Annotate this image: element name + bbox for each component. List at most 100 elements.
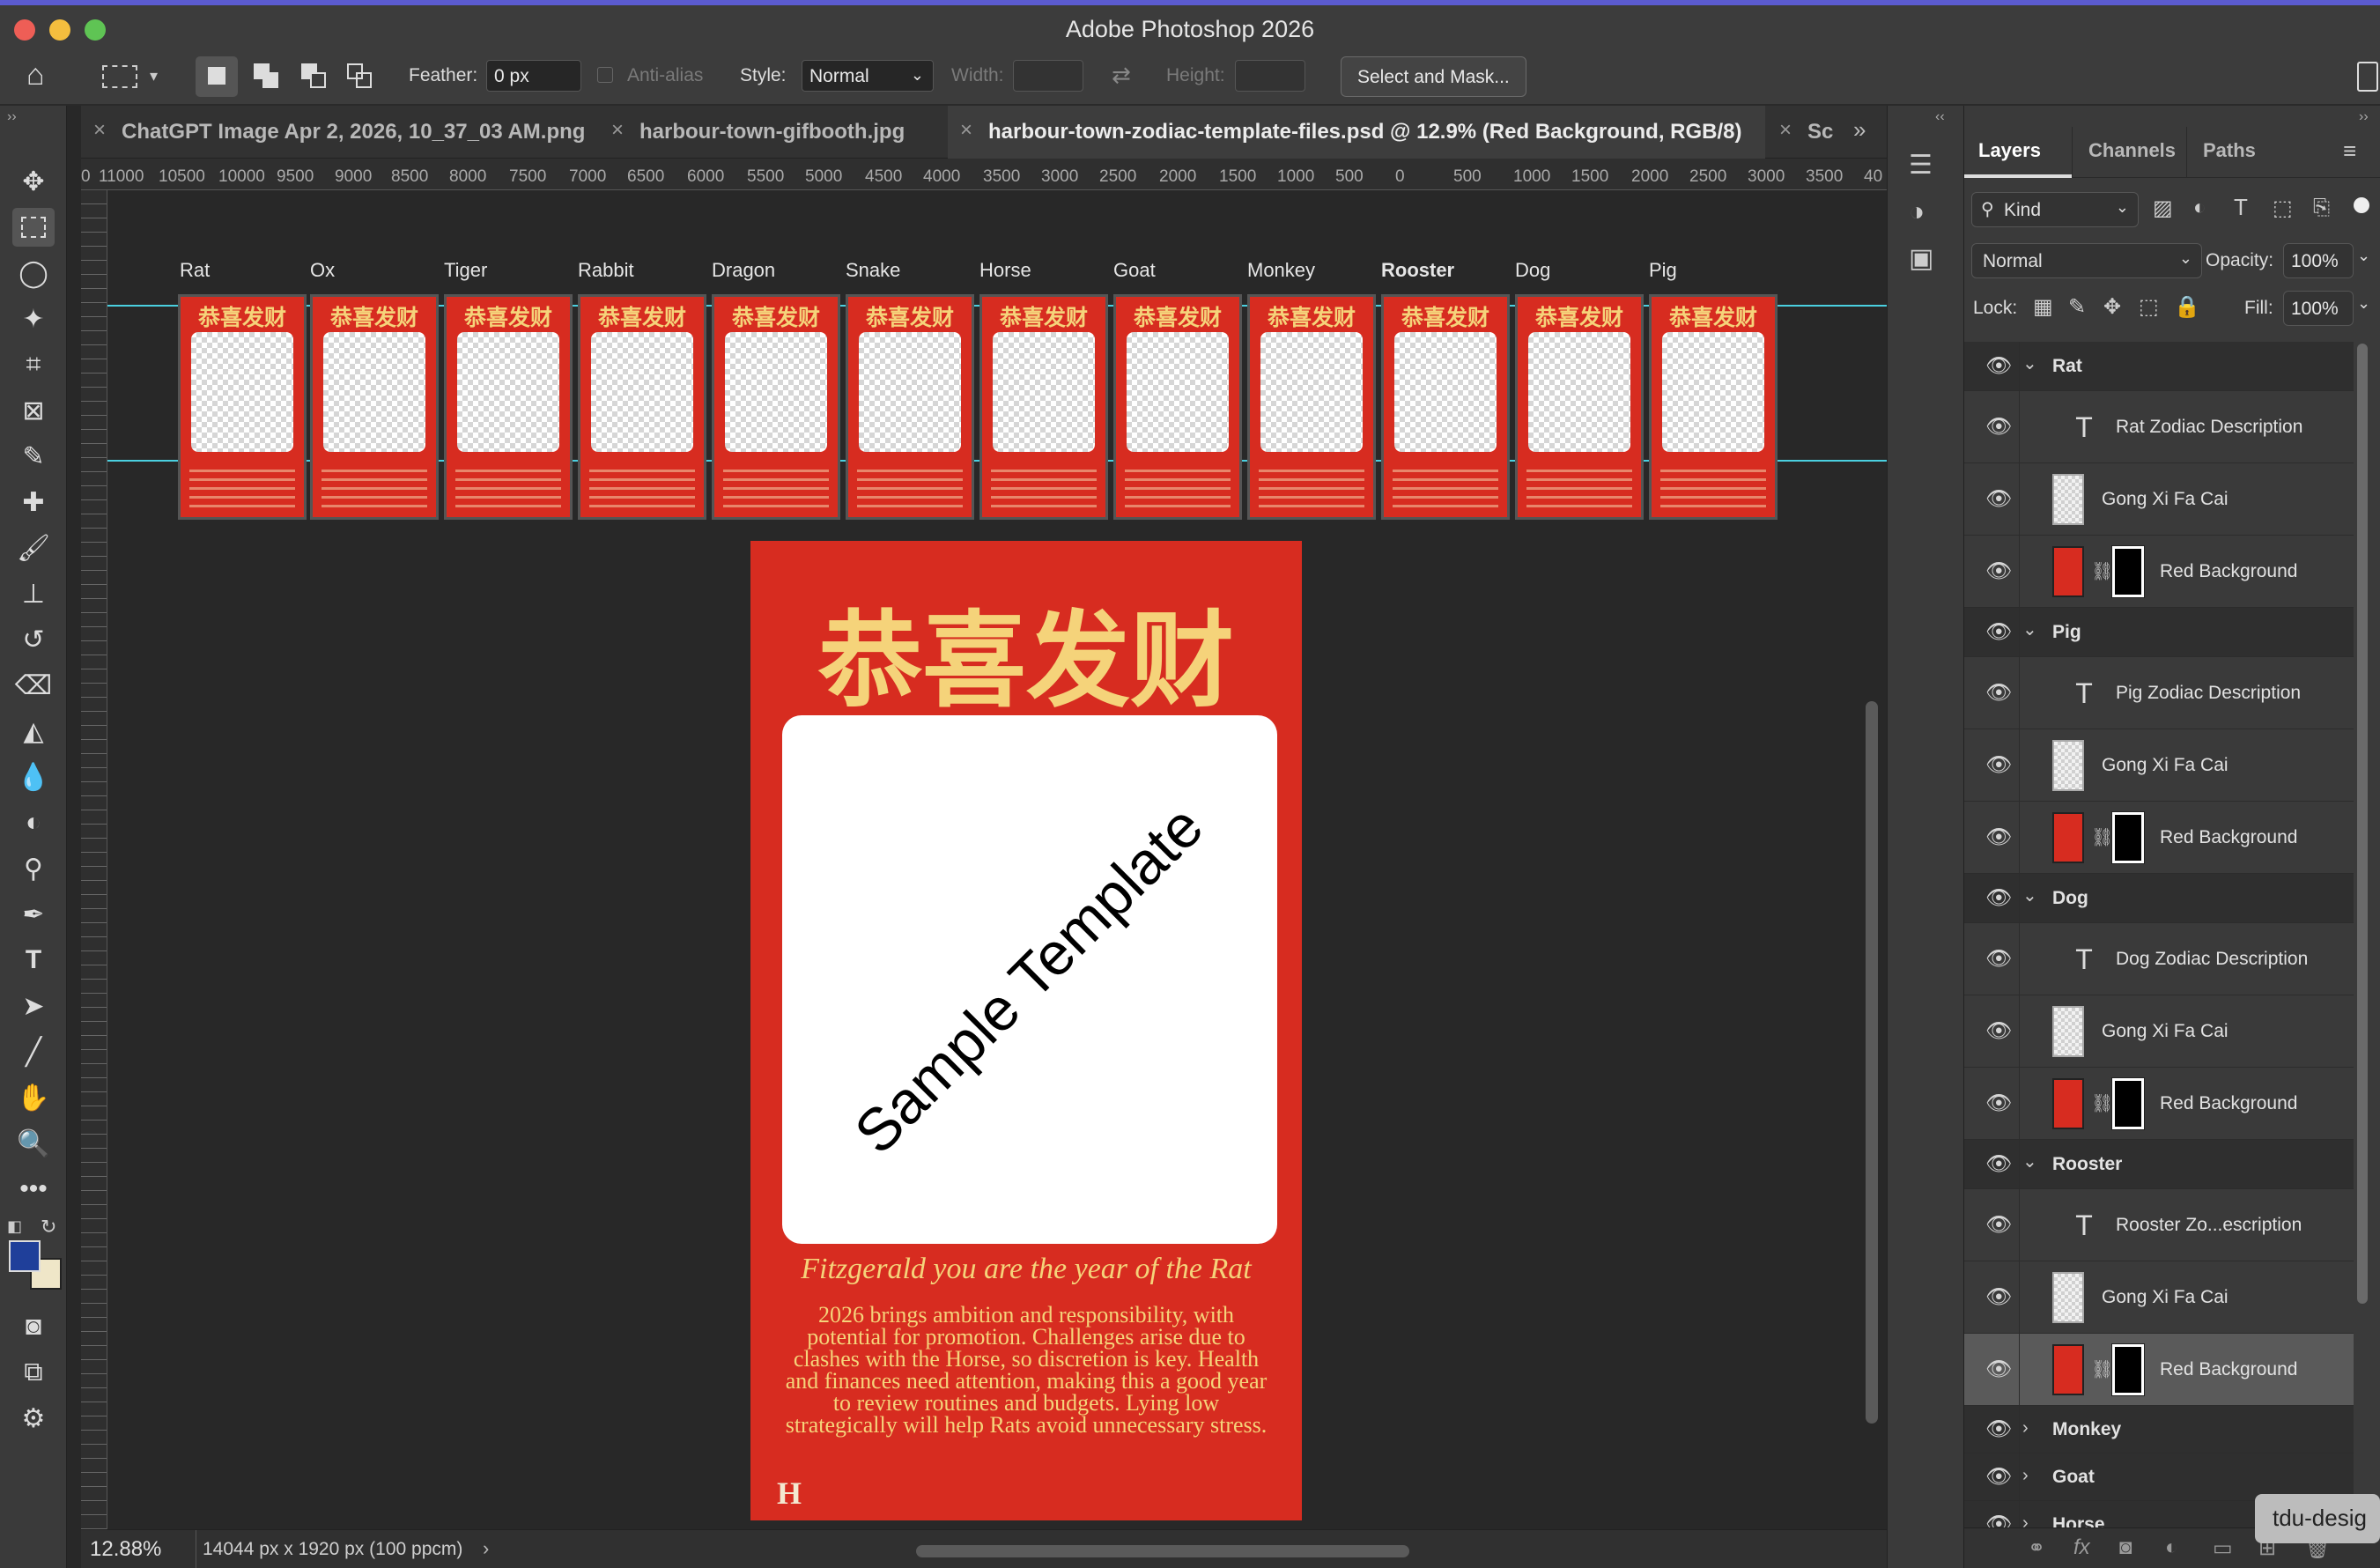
zodiac-card-tiger[interactable]: 恭喜发财	[444, 294, 573, 520]
layer-row[interactable]: 👁 T Dog Zodiac Description	[1964, 923, 2354, 995]
foreground-color-swatch[interactable]	[9, 1240, 41, 1272]
zodiac-card-snake[interactable]: 恭喜发财	[846, 294, 974, 520]
swap-dimensions-icon[interactable]: ⇄	[1112, 62, 1138, 102]
select-and-mask-button[interactable]: Select and Mask...	[1341, 56, 1526, 97]
chevron-down-icon[interactable]: ⌄	[2022, 884, 2037, 906]
panel-menu-icon[interactable]: ≡	[2343, 137, 2356, 165]
zodiac-card-horse[interactable]: 恭喜发财	[979, 294, 1108, 520]
close-tab-icon[interactable]: ×	[960, 118, 972, 143]
opacity-input[interactable]: 100%	[2283, 243, 2354, 278]
new-adjustment-icon[interactable]: ◐	[2165, 1535, 2178, 1560]
chevron-down-icon[interactable]: ⌄	[2022, 618, 2037, 640]
collapse-icon[interactable]: ‹‹	[1935, 109, 1945, 125]
properties-icon[interactable]: ◑	[1909, 197, 1925, 227]
antialias-checkbox[interactable]	[597, 67, 613, 83]
document-canvas[interactable]: Rat Ox Tiger Rabbit Dragon Snake Horse Goat Monk…	[107, 190, 1887, 1529]
close-tab-icon[interactable]: ×	[1779, 118, 1792, 143]
chevron-right-icon[interactable]: ›	[2022, 1466, 2029, 1486]
layer-group-monkey[interactable]: 👁 › Monkey	[1964, 1406, 2354, 1453]
lock-position-icon[interactable]: ✥	[2103, 294, 2121, 320]
home-icon[interactable]: ⌂	[26, 56, 70, 97]
libraries-icon[interactable]: ▣	[1909, 243, 1933, 274]
tab-overflow[interactable]: × Sc	[1767, 106, 1843, 159]
lock-all-icon[interactable]: 🔒	[2174, 294, 2200, 320]
close-tab-icon[interactable]: ×	[611, 118, 624, 143]
intersect-selection-button[interactable]	[342, 56, 377, 97]
visibility-eye-icon[interactable]: 👁	[1985, 680, 2012, 706]
visibility-eye-icon[interactable]: 👁	[1985, 558, 2012, 584]
share-icon[interactable]	[2357, 62, 2378, 92]
tab-layers[interactable]: Layers	[1978, 139, 2041, 162]
chevron-down-icon[interactable]: ⌄	[2357, 294, 2370, 313]
tab-zodiac-template[interactable]: × harbour-town-zodiac-template-files.psd …	[948, 106, 1765, 159]
add-mask-icon[interactable]: ◙	[2119, 1535, 2132, 1560]
status-menu-chevron-icon[interactable]: ›	[483, 1537, 489, 1560]
chevron-right-icon[interactable]: ›	[2022, 1418, 2029, 1439]
type-tool-icon[interactable]: T	[12, 941, 55, 980]
tab-chatgpt-image[interactable]: × ChatGPT Image Apr 2, 2026, 10_37_03 AM.…	[81, 106, 597, 159]
mask-link-icon[interactable]: ⛓	[2091, 560, 2113, 582]
visibility-eye-icon[interactable]: 👁	[1985, 619, 2012, 645]
crop-tool-icon[interactable]: ⌗	[12, 345, 55, 384]
layer-row[interactable]: 👁 ⛓ Red Background	[1964, 1068, 2354, 1140]
adjustments-icon[interactable]: ☰	[1909, 150, 1933, 181]
more-tabs-icon[interactable]: »	[1853, 116, 1866, 144]
filter-toggle-icon[interactable]	[2354, 197, 2369, 213]
frame-tool-icon[interactable]: ⊠	[12, 391, 55, 430]
line-tool-icon[interactable]: ╱	[12, 1032, 55, 1071]
smudge-tool-icon[interactable]: ⚲	[12, 849, 55, 888]
height-input[interactable]	[1235, 60, 1305, 92]
dodge-tool-icon[interactable]: ◐	[12, 803, 55, 842]
collapse-icon[interactable]: ››	[2359, 109, 2369, 125]
layer-row[interactable]: 👁 Gong Xi Fa Cai	[1964, 995, 2354, 1068]
mask-link-icon[interactable]: ⛓	[2091, 1092, 2113, 1114]
eyedropper-tool-icon[interactable]: ✎	[12, 437, 55, 476]
chevron-down-icon[interactable]: ⌄	[2022, 1150, 2037, 1172]
visibility-eye-icon[interactable]: 👁	[1985, 1357, 2012, 1382]
zodiac-card-pig[interactable]: 恭喜发财	[1649, 294, 1778, 520]
layer-row[interactable]: 👁 Gong Xi Fa Cai	[1964, 1261, 2354, 1334]
chevron-down-icon[interactable]: ▾	[150, 67, 167, 107]
kind-filter-select[interactable]: ⚲ Kind ⌄	[1971, 192, 2139, 227]
fill-input[interactable]: 100%	[2283, 291, 2354, 326]
layers-scrollbar[interactable]	[2357, 344, 2368, 1304]
layer-row[interactable]: 👁 T Pig Zodiac Description	[1964, 657, 2354, 729]
close-tab-icon[interactable]: ×	[93, 118, 106, 143]
move-tool-icon[interactable]: ✥	[12, 162, 55, 201]
mask-link-icon[interactable]: ⛓	[2091, 826, 2113, 848]
visibility-eye-icon[interactable]: 👁	[1985, 825, 2012, 850]
swap-colors-icon[interactable]: ↻	[41, 1216, 56, 1239]
zodiac-card-goat[interactable]: 恭喜发财	[1113, 294, 1242, 520]
layer-group-rooster[interactable]: 👁 ⌄ Rooster	[1964, 1140, 2354, 1189]
zodiac-card-monkey[interactable]: 恭喜发财	[1247, 294, 1376, 520]
eraser-tool-icon[interactable]: ⌫	[12, 666, 55, 705]
paint-bucket-tool-icon[interactable]: ◭	[12, 712, 55, 751]
visibility-eye-icon[interactable]: 👁	[1985, 885, 2012, 911]
canvas-vertical-scrollbar[interactable]	[1866, 701, 1878, 1424]
path-selection-tool-icon[interactable]: ➤	[12, 987, 55, 1025]
layer-row[interactable]: 👁 ⛓ Red Background	[1964, 536, 2354, 608]
blur-tool-icon[interactable]: 💧	[12, 758, 55, 796]
pen-tool-icon[interactable]: ✒	[12, 895, 55, 934]
layer-row[interactable]: 👁 ⛓ Red Background	[1964, 1334, 2354, 1406]
zoom-tool-icon[interactable]: 🔍	[12, 1124, 55, 1163]
layer-row[interactable]: 👁 T Rooster Zo...escription	[1964, 1189, 2354, 1261]
layer-row[interactable]: 👁 Gong Xi Fa Cai	[1964, 729, 2354, 802]
layer-row[interactable]: 👁 T Rat Zodiac Description	[1964, 391, 2354, 463]
filter-adjustment-icon[interactable]: ◐	[2193, 196, 2206, 220]
visibility-eye-icon[interactable]: 👁	[1985, 1464, 2012, 1490]
lock-artboard-icon[interactable]: ⬚	[2139, 294, 2159, 320]
tab-gifbooth[interactable]: × harbour-town-gifbooth.jpg	[599, 106, 946, 159]
new-selection-button[interactable]	[196, 56, 238, 97]
layer-mask-thumbnail[interactable]	[2112, 1078, 2144, 1129]
zodiac-card-ox[interactable]: 恭喜发财	[310, 294, 439, 520]
filter-pixel-icon[interactable]: ▨	[2153, 196, 2173, 221]
tab-paths[interactable]: Paths	[2186, 127, 2256, 178]
zodiac-card-dog[interactable]: 恭喜发财	[1515, 294, 1644, 520]
healing-brush-tool-icon[interactable]: ✚	[12, 483, 55, 521]
canvas-horizontal-scrollbar[interactable]	[916, 1545, 1409, 1557]
screen-mode-icon[interactable]: ⧉	[12, 1353, 55, 1392]
width-input[interactable]	[1013, 60, 1083, 92]
add-selection-button[interactable]	[248, 56, 284, 97]
layer-group-pig[interactable]: 👁 ⌄ Pig	[1964, 608, 2354, 657]
